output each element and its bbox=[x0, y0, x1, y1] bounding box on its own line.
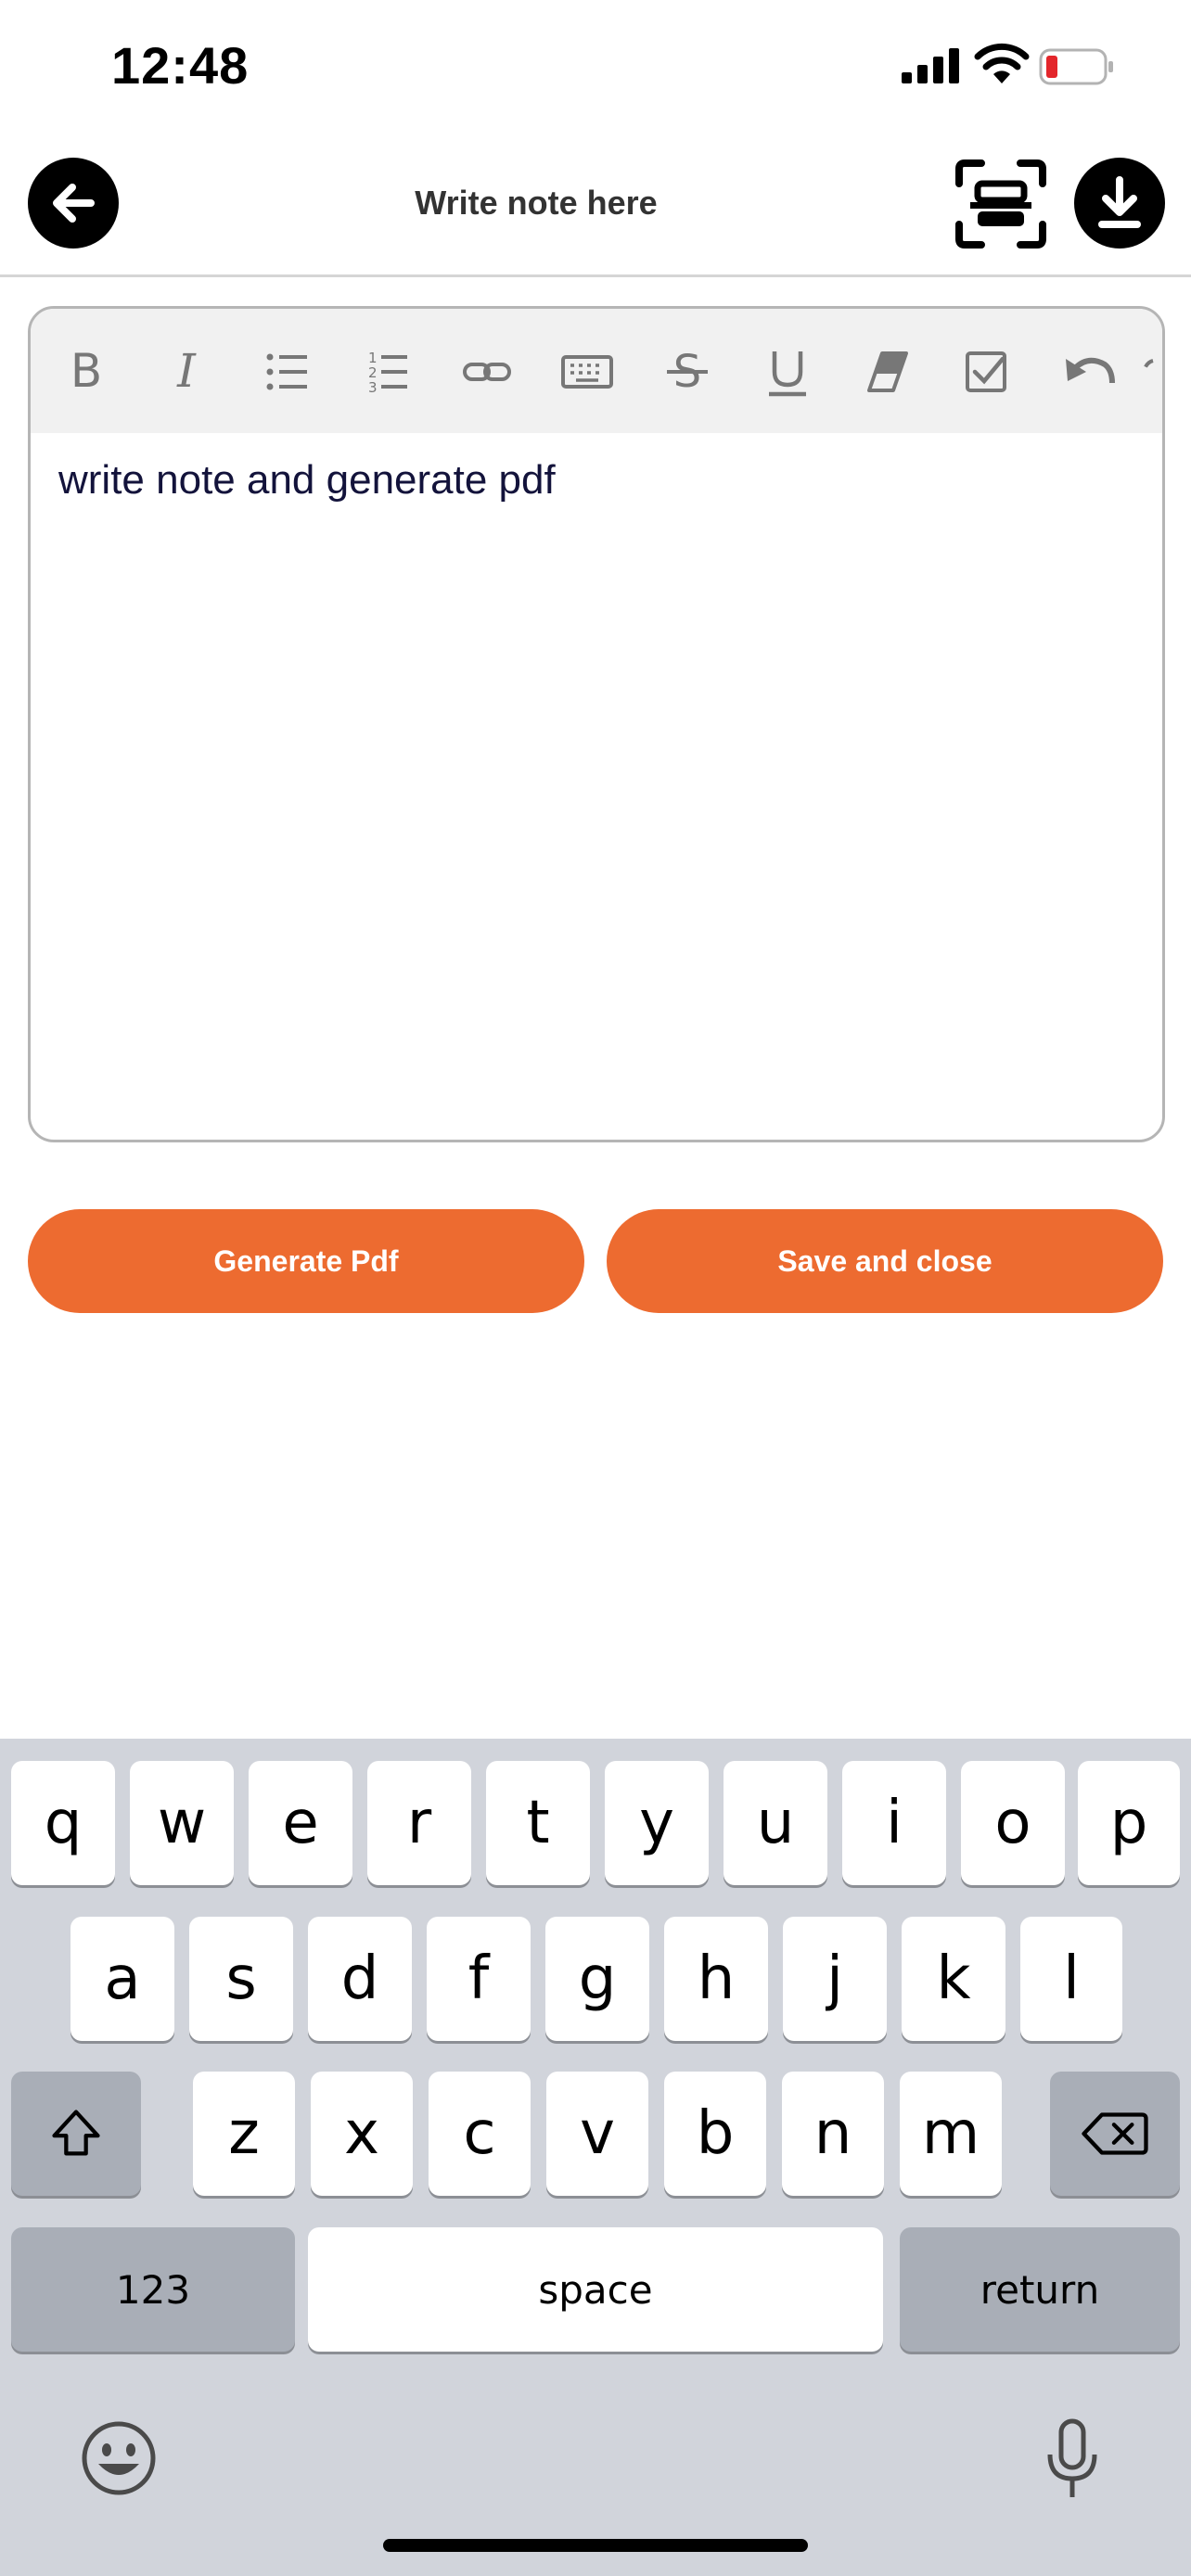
key-e[interactable]: e bbox=[249, 1761, 352, 1885]
key-u[interactable]: u bbox=[724, 1761, 827, 1885]
italic-button[interactable]: I bbox=[149, 335, 224, 409]
key-o[interactable]: o bbox=[961, 1761, 1065, 1885]
link-icon bbox=[463, 363, 511, 381]
key-a[interactable]: a bbox=[70, 1917, 174, 2041]
numbered-list-icon: 1 2 3 bbox=[368, 350, 407, 396]
status-time: 12:48 bbox=[111, 36, 250, 95]
space-key[interactable]: space bbox=[308, 2227, 883, 2352]
key-y[interactable]: y bbox=[605, 1761, 709, 1885]
wifi-icon bbox=[974, 43, 1030, 83]
underline-button[interactable] bbox=[750, 335, 825, 409]
battery-icon bbox=[1039, 48, 1113, 85]
dictation-button[interactable] bbox=[1039, 2417, 1106, 2503]
keyboard-icon bbox=[561, 355, 613, 389]
bullet-list-button[interactable] bbox=[250, 335, 324, 409]
svg-text:I: I bbox=[176, 344, 197, 398]
key-g[interactable]: g bbox=[545, 1917, 649, 2041]
key-f[interactable]: f bbox=[427, 1917, 531, 2041]
save-and-close-button[interactable]: Save and close bbox=[607, 1209, 1163, 1313]
emoji-icon bbox=[82, 2421, 156, 2495]
key-t[interactable]: t bbox=[486, 1761, 590, 1885]
underline-icon bbox=[769, 351, 806, 397]
key-b[interactable]: b bbox=[664, 2072, 766, 2196]
scan-document-button[interactable] bbox=[954, 158, 1048, 250]
shift-icon bbox=[52, 2110, 100, 2156]
strikethrough-button[interactable]: S bbox=[650, 335, 724, 409]
download-icon bbox=[1098, 176, 1141, 228]
rich-text-editor[interactable]: B I 1 2 3 S write note and generate pdf bbox=[28, 306, 1165, 1142]
formatting-toolbar: B I 1 2 3 S bbox=[31, 309, 1162, 433]
return-key[interactable]: return bbox=[900, 2227, 1180, 2352]
key-i[interactable]: i bbox=[842, 1761, 946, 1885]
link-button[interactable] bbox=[450, 335, 524, 409]
key-d[interactable]: d bbox=[308, 1917, 412, 2041]
key-v[interactable]: v bbox=[546, 2072, 648, 2196]
bold-button[interactable]: B bbox=[49, 335, 123, 409]
scan-icon bbox=[955, 159, 1046, 249]
microphone-icon bbox=[1047, 2418, 1097, 2497]
eraser-icon bbox=[867, 351, 908, 392]
key-z[interactable]: z bbox=[193, 2072, 295, 2196]
page-title: Write note here bbox=[415, 184, 658, 222]
key-m[interactable]: m bbox=[900, 2072, 1002, 2196]
key-k[interactable]: k bbox=[902, 1917, 1005, 2041]
keyboard-button[interactable] bbox=[550, 335, 624, 409]
arrow-left-icon bbox=[53, 184, 95, 223]
key-r[interactable]: r bbox=[367, 1761, 471, 1885]
key-s[interactable]: s bbox=[189, 1917, 293, 2041]
generate-pdf-button[interactable]: Generate Pdf bbox=[28, 1209, 584, 1313]
editor-content[interactable]: write note and generate pdf bbox=[58, 457, 556, 504]
key-l[interactable]: l bbox=[1020, 1917, 1122, 2041]
italic-icon: I bbox=[176, 344, 197, 398]
bullet-list-icon bbox=[266, 353, 307, 390]
backspace-key[interactable] bbox=[1050, 2072, 1180, 2196]
key-n[interactable]: n bbox=[782, 2072, 884, 2196]
key-x[interactable]: x bbox=[311, 2072, 413, 2196]
on-screen-keyboard: q w e r t y u i o p a s d f g h j k l z … bbox=[0, 1739, 1191, 2576]
svg-text:3: 3 bbox=[368, 379, 378, 396]
checkbox-button[interactable] bbox=[951, 335, 1025, 409]
header-divider bbox=[0, 274, 1191, 277]
clear-format-button[interactable] bbox=[851, 335, 925, 409]
backspace-icon bbox=[1082, 2112, 1148, 2155]
undo-button[interactable] bbox=[1051, 335, 1125, 409]
checkbox-icon bbox=[966, 351, 1006, 392]
numbers-key[interactable]: 123 bbox=[11, 2227, 295, 2352]
cellular-signal-icon bbox=[902, 48, 959, 83]
strikethrough-icon: S bbox=[667, 346, 708, 398]
key-c[interactable]: c bbox=[429, 2072, 531, 2196]
download-button[interactable] bbox=[1074, 158, 1165, 249]
undo-icon bbox=[1066, 357, 1115, 384]
back-button[interactable] bbox=[28, 158, 119, 249]
redo-button[interactable] bbox=[1142, 335, 1162, 409]
home-indicator bbox=[383, 2539, 808, 2552]
redo-icon bbox=[1144, 359, 1154, 368]
key-q[interactable]: q bbox=[11, 1761, 115, 1885]
key-p[interactable]: p bbox=[1078, 1761, 1180, 1885]
numbered-list-button[interactable]: 1 2 3 bbox=[350, 335, 424, 409]
key-h[interactable]: h bbox=[664, 1917, 768, 2041]
svg-text:B: B bbox=[70, 344, 102, 398]
bold-icon: B bbox=[70, 344, 102, 398]
shift-key[interactable] bbox=[11, 2072, 141, 2196]
key-j[interactable]: j bbox=[783, 1917, 887, 2041]
key-w[interactable]: w bbox=[130, 1761, 234, 1885]
emoji-button[interactable] bbox=[78, 2417, 160, 2499]
